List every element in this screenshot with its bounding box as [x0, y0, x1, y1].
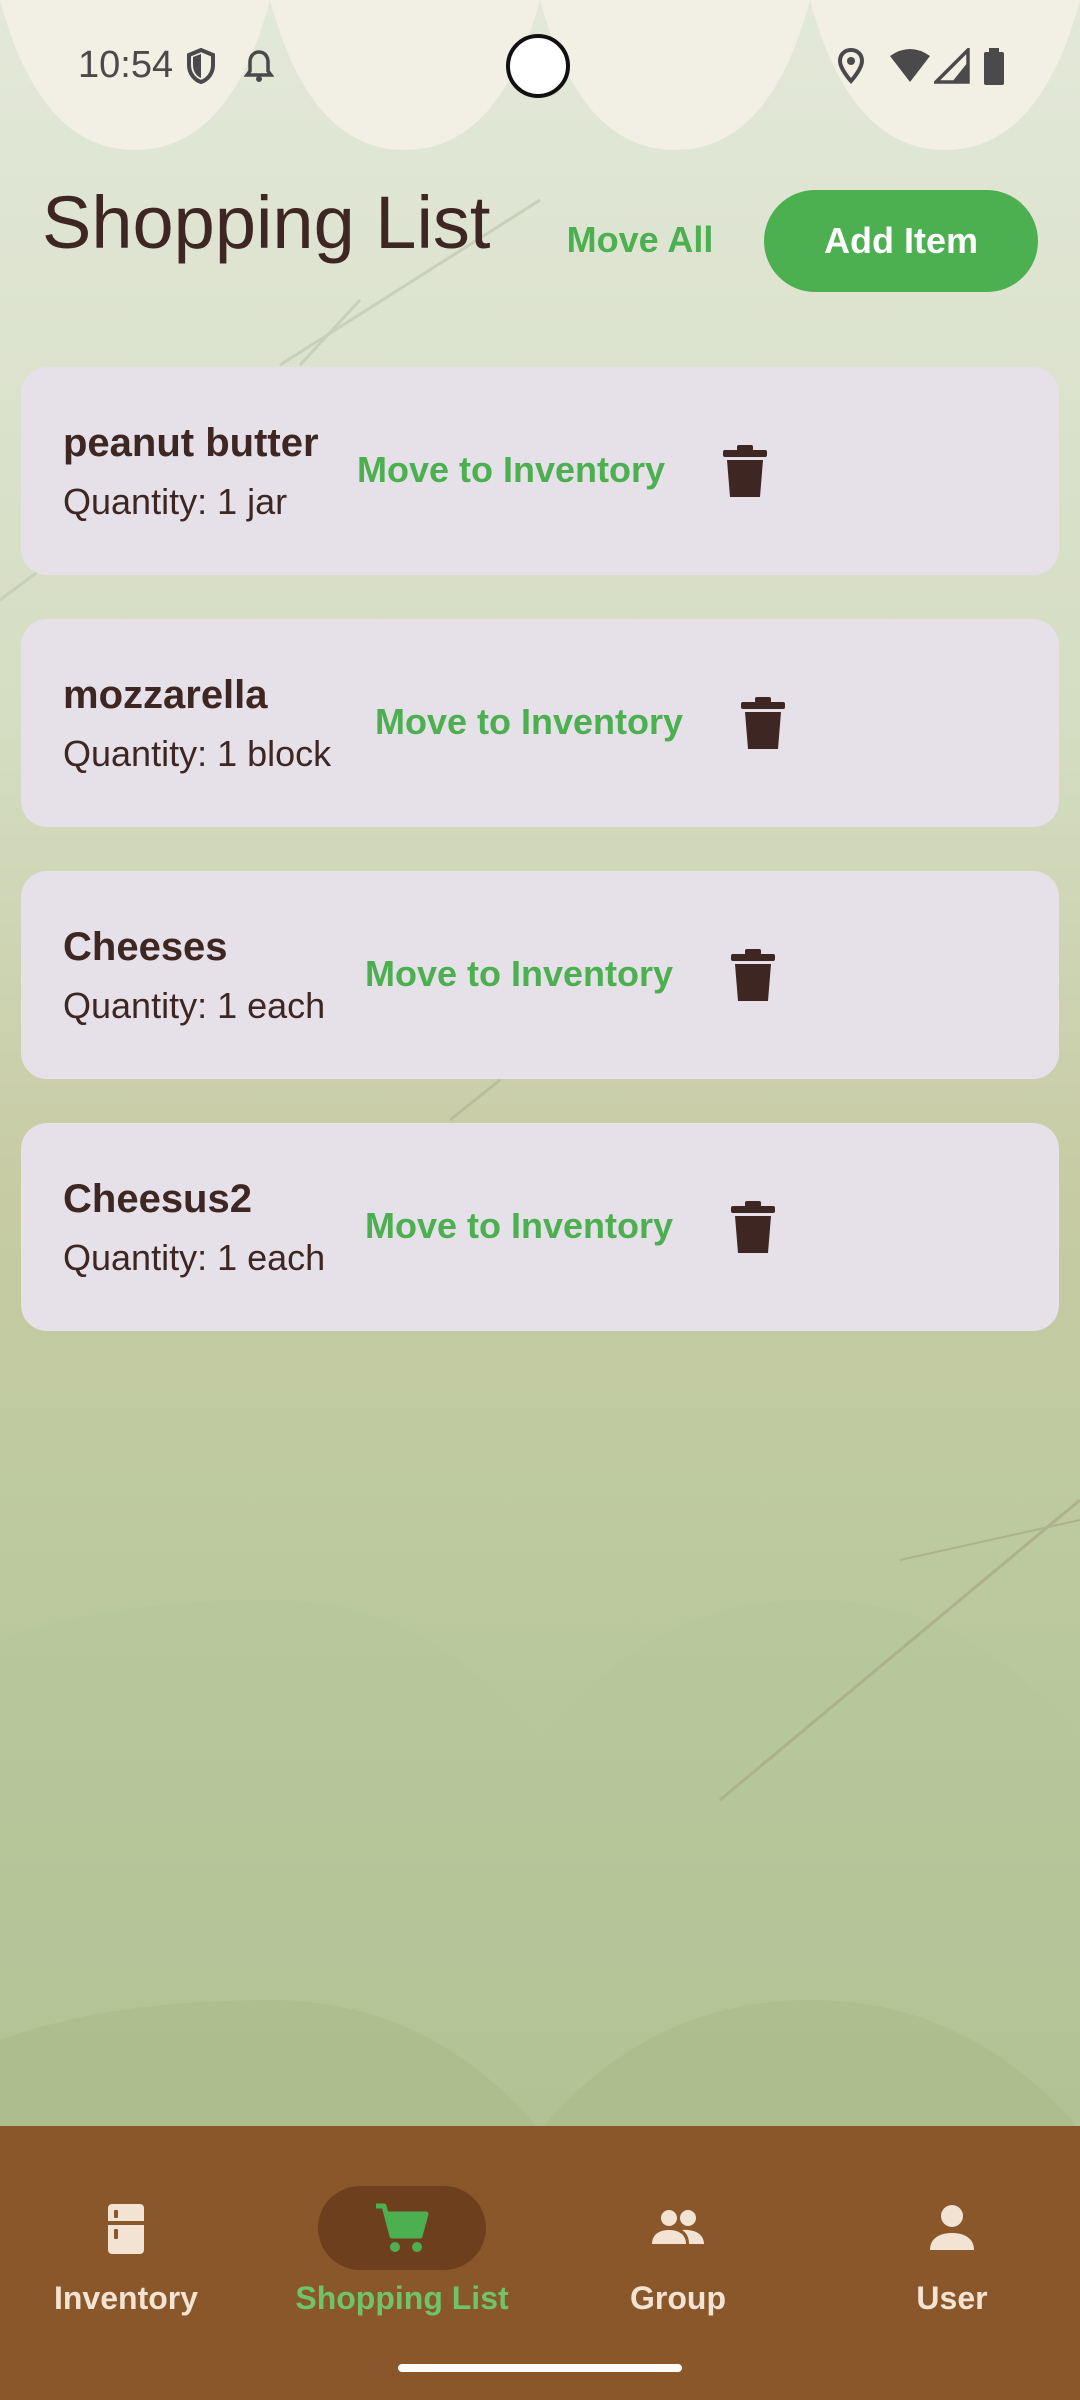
shopping-list: peanut butter Quantity: 1 jar Move to In…: [21, 367, 1059, 1375]
nav-label: Shopping List: [295, 2280, 509, 2316]
delete-icon[interactable]: [731, 1201, 775, 1253]
move-to-inventory-button[interactable]: Move to Inventory: [365, 1191, 673, 1261]
bottom-navigation: Inventory Shopping List Group User: [0, 2126, 1080, 2400]
group-icon: [652, 2210, 704, 2244]
item-name: peanut butter: [63, 421, 319, 465]
nav-label: Inventory: [53, 2280, 199, 2316]
list-item: Cheesus2 Quantity: 1 each Move to Invent…: [21, 1123, 1059, 1331]
status-bar: 10:54: [0, 0, 1080, 140]
nav-item-user[interactable]: User: [832, 2156, 1072, 2336]
add-item-button[interactable]: Add Item: [764, 190, 1038, 292]
item-quantity: Quantity: 1 each: [63, 985, 326, 1026]
battery-icon: [984, 48, 1004, 85]
nav-item-inventory[interactable]: Inventory: [6, 2156, 246, 2336]
signal-icon: [934, 48, 970, 84]
item-name: mozzarella: [63, 673, 268, 717]
move-to-inventory-button[interactable]: Move to Inventory: [357, 435, 665, 505]
bell-icon: [244, 50, 274, 82]
list-item: peanut butter Quantity: 1 jar Move to In…: [21, 367, 1059, 575]
nav-label: User: [916, 2280, 988, 2316]
app-screen: 10:54 Shopping List Move All Add Item pe…: [0, 0, 1080, 2400]
wifi-icon: [890, 49, 930, 82]
move-to-inventory-button[interactable]: Move to Inventory: [375, 687, 683, 757]
delete-icon[interactable]: [741, 697, 785, 749]
user-icon: [930, 2205, 974, 2250]
nav-item-shopping-list[interactable]: Shopping List: [282, 2156, 522, 2336]
list-item: Cheeses Quantity: 1 each Move to Invento…: [21, 871, 1059, 1079]
item-quantity: Quantity: 1 each: [63, 1237, 326, 1278]
move-to-inventory-button[interactable]: Move to Inventory: [365, 939, 673, 1009]
delete-icon[interactable]: [723, 445, 767, 497]
move-all-button[interactable]: Move All: [540, 200, 740, 280]
item-name: Cheeses: [63, 925, 228, 969]
list-item: mozzarella Quantity: 1 block Move to Inv…: [21, 619, 1059, 827]
location-icon: [837, 48, 865, 84]
home-indicator[interactable]: [398, 2364, 682, 2372]
front-camera: [506, 34, 570, 98]
page-title: Shopping List: [42, 181, 491, 264]
nav-item-group[interactable]: Group: [558, 2156, 798, 2336]
item-quantity: Quantity: 1 jar: [63, 481, 288, 522]
delete-icon[interactable]: [731, 949, 775, 1001]
status-time: 10:54: [78, 44, 174, 86]
nav-label: Group: [630, 2280, 726, 2316]
item-name: Cheesus2: [63, 1177, 252, 1221]
cart-icon: [376, 2203, 429, 2252]
item-quantity: Quantity: 1 block: [63, 733, 332, 774]
shield-icon: [187, 48, 215, 84]
fridge-icon: [108, 2204, 144, 2254]
